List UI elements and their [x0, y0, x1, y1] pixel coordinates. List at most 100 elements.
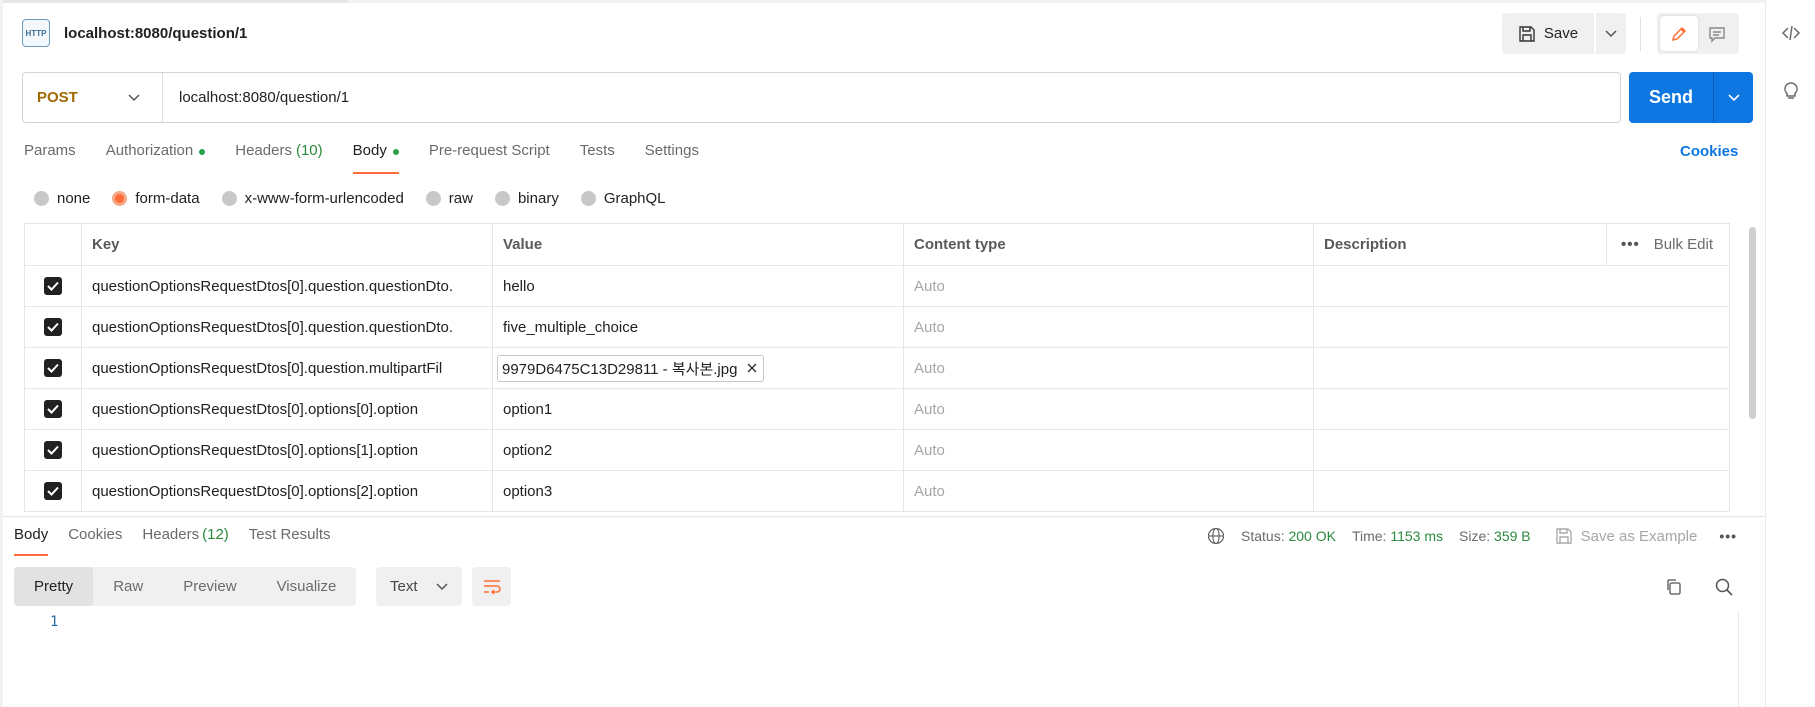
row-checkbox[interactable] — [44, 400, 62, 418]
more-options-icon[interactable]: ••• — [1719, 528, 1737, 544]
active-tab-marker — [0, 0, 348, 3]
view-visualize[interactable]: Visualize — [257, 567, 357, 606]
check-icon — [47, 363, 59, 373]
row-value[interactable]: option2 — [492, 430, 903, 470]
globe-icon[interactable] — [1207, 527, 1225, 545]
row-checkbox[interactable] — [44, 441, 62, 459]
response-tabs: Body Cookies Headers (12) Test Results — [14, 526, 351, 556]
row-value[interactable]: hello — [492, 266, 903, 306]
response-tab-body[interactable]: Body — [14, 526, 49, 556]
row-checkbox[interactable] — [44, 318, 62, 336]
lightbulb-icon[interactable] — [1778, 78, 1804, 104]
radio-form-data[interactable]: form-data — [112, 190, 200, 207]
radio-graphql[interactable]: GraphQL — [580, 190, 666, 207]
row-description[interactable] — [1313, 266, 1730, 306]
row-value[interactable]: five_multiple_choice — [492, 307, 903, 347]
row-description[interactable] — [1313, 430, 1730, 470]
row-key[interactable]: questionOptionsRequestDtos[0].question.q… — [81, 307, 492, 347]
header-description: Description — [1324, 235, 1407, 253]
tab-settings[interactable]: Settings — [645, 142, 699, 174]
response-divider[interactable] — [3, 516, 1765, 517]
radio-indicator — [221, 190, 237, 206]
response-scrollbar[interactable] — [1738, 611, 1756, 707]
comments-mode-button[interactable] — [1698, 16, 1736, 51]
row-checkbox[interactable] — [44, 277, 62, 295]
row-content-type[interactable]: Auto — [903, 430, 1313, 470]
edit-mode-button[interactable] — [1660, 16, 1698, 51]
save-as-example-label: Save as Example — [1580, 527, 1698, 545]
row-value[interactable]: option1 — [492, 389, 903, 429]
search-icon[interactable] — [1711, 574, 1737, 600]
row-value-file[interactable]: 9979D6475C13D29811 - 복사본.jpg — [492, 348, 903, 388]
row-key[interactable]: questionOptionsRequestDtos[0].options[1]… — [81, 430, 492, 470]
header-value: Value — [492, 223, 903, 265]
close-icon[interactable] — [747, 363, 757, 373]
bulk-edit-button[interactable]: Bulk Edit — [1654, 236, 1713, 253]
tab-tests[interactable]: Tests — [580, 142, 615, 174]
row-key[interactable]: questionOptionsRequestDtos[0].options[2]… — [81, 471, 492, 511]
copy-icon[interactable] — [1661, 574, 1687, 600]
row-key[interactable]: questionOptionsRequestDtos[0].options[0]… — [81, 389, 492, 429]
row-value[interactable]: option3 — [492, 471, 903, 511]
code-icon[interactable] — [1778, 20, 1804, 46]
tab-authorization[interactable]: Authorization — [106, 142, 206, 174]
wrap-lines-button[interactable] — [472, 567, 511, 606]
row-checkbox[interactable] — [44, 482, 62, 500]
row-description[interactable] — [1313, 471, 1730, 511]
url-bar: POST — [22, 72, 1621, 123]
row-description[interactable] — [1313, 307, 1730, 347]
tab-headers[interactable]: Headers (10) — [235, 142, 322, 174]
row-description[interactable] — [1313, 389, 1730, 429]
row-content-type[interactable]: Auto — [903, 307, 1313, 347]
response-stats: Status: 200 OK Time: 1153 ms Size: 359 B… — [1207, 526, 1737, 546]
tab-params[interactable]: Params — [24, 142, 76, 174]
tab-pre-request-script[interactable]: Pre-request Script — [429, 142, 550, 174]
row-checkbox[interactable] — [44, 359, 62, 377]
response-tab-headers[interactable]: Headers (12) — [142, 526, 228, 556]
radio-binary[interactable]: binary — [494, 190, 559, 207]
row-content-type[interactable]: Auto — [903, 389, 1313, 429]
tab-label: Headers — [235, 142, 292, 159]
status-dot — [392, 149, 399, 155]
radio-raw[interactable]: raw — [425, 189, 473, 207]
save-as-example-button[interactable]: Save as Example — [1555, 527, 1698, 545]
row-content-type[interactable]: Auto — [903, 348, 1313, 388]
more-options-icon[interactable]: ••• — [1621, 236, 1640, 253]
save-button[interactable]: Save — [1502, 13, 1594, 54]
response-tab-test-results[interactable]: Test Results — [249, 526, 331, 556]
tab-body[interactable]: Body — [352, 142, 400, 174]
size-value[interactable]: 359 B — [1494, 528, 1531, 544]
time-value[interactable]: 1153 ms — [1390, 528, 1443, 544]
send-button[interactable]: Send — [1629, 72, 1713, 123]
radio-label: x-www-form-urlencoded — [244, 189, 404, 207]
save-options-button[interactable] — [1596, 13, 1626, 54]
row-content-type[interactable]: Auto — [903, 471, 1313, 511]
radio-none[interactable]: none — [34, 190, 90, 207]
view-pretty[interactable]: Pretty — [14, 567, 94, 606]
radio-label: none — [57, 189, 91, 207]
table-scrollbar[interactable] — [1749, 227, 1756, 419]
format-select[interactable]: Text — [376, 567, 462, 606]
pencil-icon — [1671, 26, 1687, 41]
edit-mode-toggle — [1657, 13, 1739, 54]
method-select[interactable]: POST — [23, 73, 163, 122]
view-raw[interactable]: Raw — [93, 567, 163, 606]
radio-urlencoded[interactable]: x-www-form-urlencoded — [221, 189, 404, 207]
radio-indicator — [112, 190, 128, 206]
url-input[interactable] — [179, 89, 1620, 106]
row-description[interactable] — [1313, 348, 1730, 388]
send-options-button[interactable] — [1713, 72, 1753, 123]
status-value[interactable]: 200 OK — [1288, 528, 1335, 544]
row-content-type[interactable]: Auto — [903, 266, 1313, 306]
row-checkbox-cell — [24, 389, 81, 429]
response-tab-cookies[interactable]: Cookies — [68, 526, 122, 556]
row-key[interactable]: questionOptionsRequestDtos[0].question.m… — [81, 348, 492, 388]
radio-label: raw — [448, 189, 473, 207]
view-preview[interactable]: Preview — [163, 567, 256, 606]
request-title[interactable]: localhost:8080/question/1 — [64, 25, 247, 42]
file-chip: 9979D6475C13D29811 - 복사본.jpg — [497, 354, 765, 382]
check-icon — [47, 445, 59, 455]
row-key[interactable]: questionOptionsRequestDtos[0].question.q… — [81, 266, 492, 306]
cookies-link[interactable]: Cookies — [1680, 143, 1738, 160]
header-content-type: Content type — [903, 223, 1313, 265]
